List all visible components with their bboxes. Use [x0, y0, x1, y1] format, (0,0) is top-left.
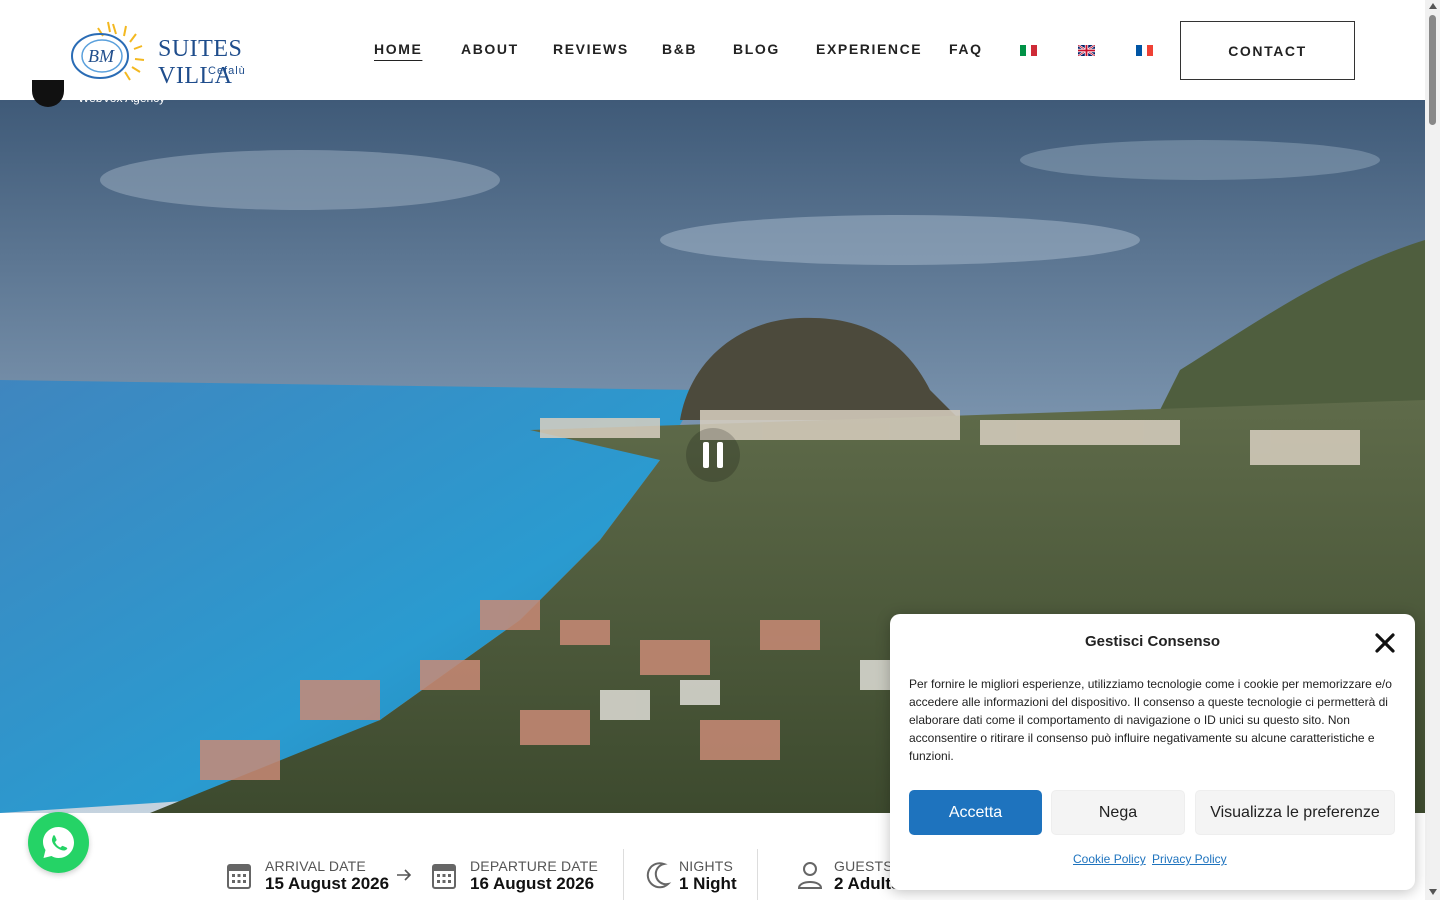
it-flag-icon[interactable]: [1020, 45, 1037, 56]
user-icon: [797, 862, 823, 889]
arrival-value[interactable]: 15 August 2026: [265, 874, 389, 894]
scroll-thumb[interactable]: [1429, 15, 1436, 125]
video-credit: WebVox Agency: [78, 91, 166, 105]
nav-faq[interactable]: FAQ: [949, 41, 983, 57]
arrival-label: ARRIVAL DATE: [265, 858, 366, 874]
guests-label: GUESTS: [834, 858, 893, 874]
arrow-right-icon: [397, 869, 412, 881]
close-icon[interactable]: [1374, 632, 1396, 654]
scroll-up-icon[interactable]: [1429, 3, 1437, 9]
scroll-down-icon[interactable]: [1429, 889, 1437, 895]
logo-subtitle: Cefalù: [208, 65, 246, 77]
preferences-button[interactable]: Visualizza le preferenze: [1195, 790, 1395, 835]
whatsapp-button[interactable]: [28, 812, 89, 873]
contact-button[interactable]: CONTACT: [1180, 21, 1355, 80]
divider: [757, 849, 758, 900]
cookie-consent-dialog: Gestisci Consenso Per fornire le miglior…: [890, 614, 1415, 890]
deny-button[interactable]: Nega: [1051, 790, 1185, 835]
nav-blog[interactable]: BLOG: [733, 41, 780, 57]
pause-icon[interactable]: [686, 428, 740, 482]
sun-logo-icon: BM: [71, 21, 145, 81]
nav-home[interactable]: HOME: [374, 41, 422, 57]
cookie-title: Gestisci Consenso: [1084, 633, 1221, 650]
nav-experience[interactable]: EXPERIENCE: [816, 41, 922, 57]
whatsapp-icon: [43, 827, 74, 858]
nav-bnb[interactable]: B&B: [662, 41, 697, 57]
cookie-description: Per fornire le migliori esperienze, util…: [909, 677, 1392, 763]
nights-value: 1 Night: [679, 874, 737, 893]
calendar-icon: [432, 864, 456, 889]
nights-label: NIGHTS: [679, 858, 734, 874]
site-header: BM SUITES VILLA Cefalù HOME ABOUT REVIEW…: [0, 0, 1425, 100]
nav-about[interactable]: ABOUT: [461, 41, 519, 57]
cookie-policy-link[interactable]: Cookie Policy: [1073, 852, 1146, 866]
divider: [623, 849, 624, 900]
accept-button[interactable]: Accetta: [909, 790, 1042, 835]
fr-flag-icon[interactable]: [1136, 45, 1153, 56]
departure-label: DEPARTURE DATE: [470, 858, 599, 874]
nav-reviews[interactable]: REVIEWS: [553, 41, 629, 57]
logo-title: SUITES VILLA: [158, 36, 243, 89]
moon-icon: [646, 862, 672, 889]
svg-text:BM: BM: [88, 46, 115, 66]
scrollbar[interactable]: [1425, 0, 1440, 900]
calendar-icon: [227, 864, 251, 889]
en-flag-icon[interactable]: [1078, 45, 1095, 56]
departure-value[interactable]: 16 August 2026: [470, 874, 594, 894]
privacy-policy-link[interactable]: Privacy Policy: [1152, 852, 1227, 866]
site-logo[interactable]: BM SUITES VILLA Cefalù: [68, 16, 308, 89]
